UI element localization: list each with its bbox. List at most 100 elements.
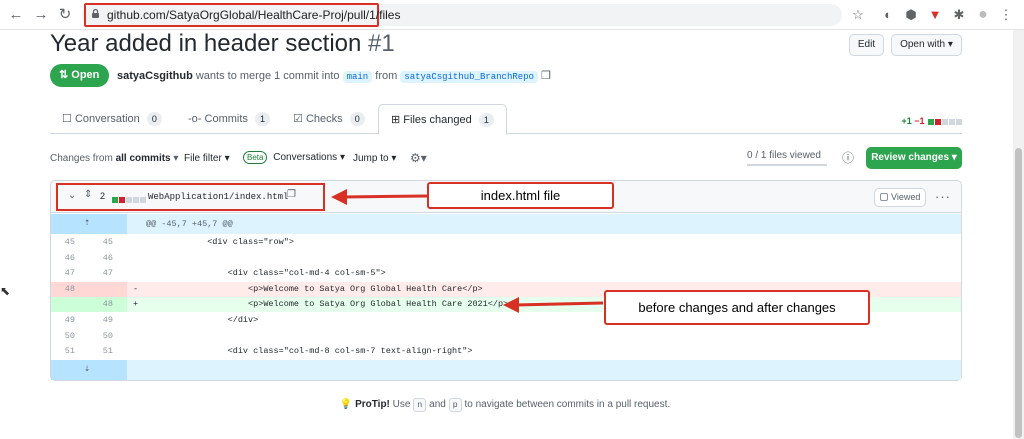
chevron-down-icon: ▾ [173, 153, 179, 164]
new-line-number[interactable]: 51 [89, 344, 127, 359]
diff-marker: + [133, 299, 139, 310]
additions-count: +1 [901, 116, 912, 126]
diff-row: 47 47 <div class="col-md-4 col-sm-5"> [51, 266, 961, 281]
conversations-label: Conversations [273, 152, 338, 163]
base-branch[interactable]: main [342, 71, 373, 83]
review-changes-button[interactable]: Review changes ▾ [866, 147, 962, 169]
scrollbar[interactable] [1013, 30, 1024, 439]
files-toolbar: Changes from all commits ▾ File filter ▾… [50, 150, 962, 170]
diffstat-block [956, 118, 962, 125]
tab-checks[interactable]: ☑ Checks 0 [293, 104, 365, 135]
old-line-number[interactable]: 45 [51, 235, 89, 250]
avatar-icon[interactable]: ● [975, 7, 991, 23]
head-branch[interactable]: satyaCsgithub_BranchRepo [400, 71, 538, 83]
back-icon[interactable]: ← [8, 7, 24, 23]
new-line-number[interactable]: 45 [89, 235, 127, 250]
new-line-number[interactable]: 50 [89, 329, 127, 344]
file-filter-dropdown[interactable]: File filter ▾ [184, 153, 230, 164]
info-icon[interactable]: ⓘ [842, 149, 854, 166]
file-diff-icon: ⊞ [391, 114, 401, 126]
code-line: <div class="row"> [146, 237, 294, 247]
new-line-number[interactable]: 46 [89, 251, 127, 266]
tab-counter: 0 [146, 112, 162, 126]
deletions-count: −1 [914, 116, 925, 126]
old-line-number[interactable]: 51 [51, 344, 89, 359]
tab-label: Commits [204, 113, 248, 125]
hunk-text: @@ -45,7 +45,7 @@ [146, 219, 233, 229]
files-viewed-text: 0 / 1 files viewed [747, 150, 821, 161]
open-with-label: Open with [900, 39, 946, 50]
tab-counter: 1 [254, 112, 270, 126]
old-line-number[interactable]: 47 [51, 266, 89, 281]
chevron-down-icon[interactable]: ⌄ [68, 190, 76, 201]
conversations-dropdown[interactable]: Beta Conversations ▾ [243, 151, 345, 164]
file-diffstat [111, 194, 146, 206]
old-line-number[interactable]: 48 [51, 282, 89, 297]
protip-text: to navigate between commits in a pull re… [464, 399, 671, 410]
scroll-thumb[interactable] [1015, 148, 1022, 438]
copy-icon[interactable]: ❐ [287, 189, 296, 200]
diffstat: +1 −1 [901, 116, 962, 126]
old-line-number[interactable]: 46 [51, 251, 89, 266]
changes-from-dropdown[interactable]: Changes from all commits ▾ [50, 153, 178, 164]
tab-counter: 1 [478, 113, 494, 127]
from-text: from [375, 70, 398, 82]
extension-icon[interactable]: ⬢ [903, 7, 919, 23]
status-label: Open [71, 69, 100, 81]
old-line-number[interactable]: 50 [51, 329, 89, 344]
old-line-number[interactable] [51, 297, 89, 312]
diff-row: 45 45 <div class="row"> [51, 235, 961, 250]
file-path[interactable]: WebApplication1/index.html [148, 192, 288, 202]
diffstat-block [942, 118, 948, 125]
puzzle-icon[interactable]: ✱ [951, 7, 967, 23]
url-text[interactable]: github.com/SatyaOrgGlobal/HealthCare-Pro… [107, 8, 400, 22]
viewed-label: Viewed [891, 192, 921, 202]
protip: 💡 ProTip! Use n and p to navigate betwee… [0, 398, 1010, 412]
diffstat-block [949, 118, 955, 125]
gear-icon[interactable]: ⚙▾ [410, 151, 427, 165]
new-line-number[interactable]: 49 [89, 313, 127, 328]
new-line-number[interactable]: 47 [89, 266, 127, 281]
hunk-header: ⇡ @@ -45,7 +45,7 @@ [51, 214, 961, 234]
pr-number: #1 [368, 30, 395, 57]
menu-icon[interactable]: ⋮ [998, 7, 1014, 23]
tab-commits[interactable]: -o- Commits 1 [188, 104, 270, 135]
expand-down-icon[interactable]: ⇣ [84, 360, 90, 380]
pr-title-text: Year added in header section [50, 30, 362, 57]
forward-icon[interactable]: → [33, 7, 49, 23]
tab-label: Checks [305, 113, 343, 125]
changes-count: 2 [100, 191, 106, 201]
diffstat-block [119, 197, 125, 204]
protip-text: Use [392, 399, 411, 410]
tab-conversation[interactable]: ☐ Conversation 0 [62, 104, 162, 135]
copy-icon[interactable]: ❐ [541, 70, 551, 82]
hunk-footer: ⇣ [51, 360, 961, 380]
diffstat-block [935, 118, 941, 125]
viewed-checkbox[interactable]: Viewed [874, 188, 926, 207]
open-with-button[interactable]: Open with ▾ [891, 34, 962, 56]
jump-to-label: Jump to [353, 153, 389, 164]
cursor-icon: ⬉ [0, 284, 11, 298]
extension-icon[interactable]: ◐ [880, 7, 896, 23]
expand-up-icon[interactable]: ⇡ [84, 214, 90, 234]
edit-button[interactable]: Edit [849, 34, 884, 56]
kebab-icon[interactable]: ··· [935, 189, 951, 204]
jump-to-dropdown[interactable]: Jump to ▾ [353, 153, 396, 164]
pocket-icon[interactable]: ▼ [927, 7, 943, 23]
beta-badge: Beta [243, 151, 268, 164]
star-icon[interactable]: ☆ [850, 7, 866, 23]
expand-icon[interactable]: ⇕ [84, 189, 92, 200]
diffstat-block [140, 197, 146, 204]
callout-changes: before changes and after changes [604, 290, 870, 325]
author-link[interactable]: satyaCsgithub [117, 70, 193, 82]
tab-label: Files changed [403, 114, 472, 126]
tab-counter: 0 [349, 112, 365, 126]
tab-files-changed[interactable]: ⊞ Files changed 1 [378, 104, 507, 135]
new-line-number[interactable] [89, 282, 127, 297]
old-line-number[interactable]: 49 [51, 313, 89, 328]
reload-icon[interactable]: ↻ [57, 7, 73, 23]
pr-meta: satyaCsgithub wants to merge 1 commit in… [117, 69, 551, 83]
review-changes-label: Review changes [871, 152, 949, 163]
new-line-number[interactable]: 48 [89, 297, 127, 312]
lock-icon [92, 9, 99, 18]
